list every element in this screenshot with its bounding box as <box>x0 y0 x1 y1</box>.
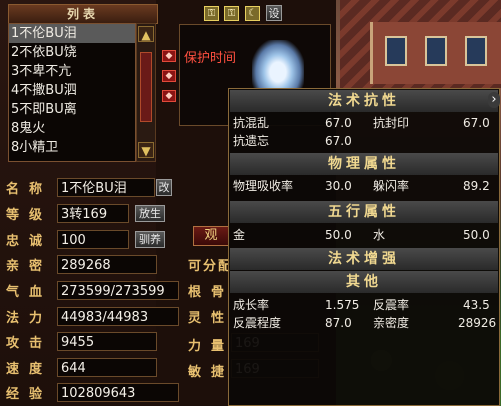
lock-icon[interactable]: ⚿ <box>204 6 219 21</box>
stat-row: 成长率 1.575 反震率 43.5 <box>233 298 490 312</box>
exp-label: 经验 <box>6 387 53 402</box>
window <box>425 36 447 66</box>
list-title: 列表 <box>8 4 158 24</box>
stat-row: 反震程度 87.0 亲密度 28926 <box>233 316 497 330</box>
list-item[interactable]: 2不依BU饶 <box>9 43 135 62</box>
gear-slot-icon[interactable]: ◆ <box>162 50 176 62</box>
window <box>385 36 407 66</box>
list-item-selected[interactable]: 1不伦BU泪 <box>9 24 135 43</box>
mp-value: 44983/44983 <box>57 307 179 326</box>
list-item[interactable]: 4不撒BU泗 <box>9 81 135 100</box>
speed-value: 644 <box>57 358 157 377</box>
gear-slot-icon[interactable]: ◆ <box>162 70 176 82</box>
distribute-label: 可分配 <box>188 259 234 274</box>
moon-icon[interactable]: ☾ <box>245 6 260 21</box>
chevron-right-icon[interactable]: › <box>488 92 500 108</box>
stat-row: 抗混乱 67.0 抗封印 67.0 <box>233 116 490 130</box>
scroll-up-icon[interactable]: ▲ <box>138 26 154 42</box>
list-item[interactable]: 8鬼火 <box>9 119 135 138</box>
section-header-other: 其他 <box>230 271 498 293</box>
window <box>465 36 487 66</box>
level-label: 等级 <box>6 208 53 223</box>
section-header-elements: 五行属性 <box>230 201 498 223</box>
pet-name-field[interactable]: 1不伦BU泪 <box>57 178 155 197</box>
protect-time-text: 保护时间 <box>184 51 237 66</box>
section-header-resist: 法术抗性 <box>230 90 498 112</box>
scroll-thumb[interactable] <box>140 52 152 122</box>
intimacy-label: 亲密 <box>6 259 53 274</box>
list-item[interactable]: 3不卑不亢 <box>9 62 135 81</box>
stat-row: 物理吸收率 30.0 躲闪率 89.2 <box>233 179 490 193</box>
list-item[interactable]: 5不即BU离 <box>9 100 135 119</box>
section-header-physical: 物理属性 <box>230 153 498 175</box>
mp-label: 法力 <box>6 311 53 326</box>
section-header-spell: 法术增强 <box>230 248 498 270</box>
loyalty-label: 忠诚 <box>6 234 53 249</box>
attack-label: 攻击 <box>6 336 53 351</box>
rename-button[interactable]: 改 <box>156 179 172 196</box>
hp-value: 273599/273599 <box>57 281 179 300</box>
attribute-tooltip: 法术抗性 › 抗混乱 67.0 抗封印 67.0 抗遗忘 67.0 物理属性 物… <box>228 88 500 406</box>
release-button[interactable]: 放生 <box>135 205 165 222</box>
gear-slot-icon[interactable]: ◆ <box>162 90 176 102</box>
list-scrollbar[interactable]: ▲ ▼ <box>136 23 156 162</box>
building-wall <box>370 22 501 84</box>
level-value: 3转169 <box>57 204 129 223</box>
stat-row: 抗遗忘 67.0 <box>233 134 352 148</box>
observe-button[interactable]: 观 <box>193 226 229 246</box>
hp-label: 气血 <box>6 285 53 300</box>
stat-row: 金 50.0 水 50.0 <box>233 228 490 242</box>
exp-value: 102809643 <box>57 383 179 402</box>
loyalty-value: 100 <box>57 230 129 249</box>
lock-icon[interactable]: ⚿ <box>224 6 239 21</box>
list-item[interactable]: 8小精卫 <box>9 138 135 157</box>
tame-button[interactable]: 驯养 <box>135 231 165 248</box>
attack-value: 9455 <box>57 332 157 351</box>
name-label: 名称 <box>6 182 53 197</box>
scroll-down-icon[interactable]: ▼ <box>138 142 154 158</box>
speed-label: 速度 <box>6 362 53 377</box>
settings-button[interactable]: 设 <box>266 5 282 21</box>
pet-list[interactable]: 1不伦BU泪 2不依BU饶 3不卑不亢 4不撒BU泗 5不即BU离 8鬼火 8小… <box>8 23 136 162</box>
intimacy-value: 289268 <box>57 255 157 274</box>
